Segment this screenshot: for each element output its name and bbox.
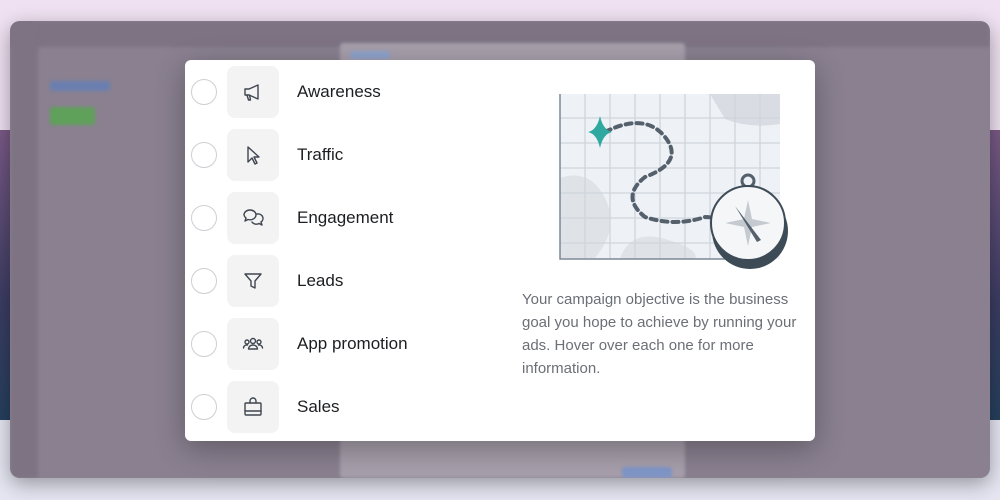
campaign-objective-dialog: Awareness Traffic Engagement Leads App p… bbox=[185, 60, 815, 441]
objective-label: Traffic bbox=[297, 145, 344, 164]
objective-label: Sales bbox=[297, 397, 340, 416]
objective-option-traffic[interactable]: Traffic bbox=[191, 129, 343, 181]
radio-button[interactable] bbox=[191, 79, 217, 105]
objective-option-awareness[interactable]: Awareness bbox=[191, 66, 381, 118]
funnel-icon bbox=[227, 255, 279, 307]
shopping-bag-icon bbox=[227, 381, 279, 433]
people-icon bbox=[227, 318, 279, 370]
radio-button[interactable] bbox=[191, 205, 217, 231]
radio-button[interactable] bbox=[191, 331, 217, 357]
chat-bubbles-icon bbox=[227, 192, 279, 244]
map-compass-illustration bbox=[559, 94, 788, 269]
objective-option-leads[interactable]: Leads bbox=[191, 255, 343, 307]
objective-label: Engagement bbox=[297, 208, 394, 227]
cursor-icon bbox=[227, 129, 279, 181]
objective-option-sales[interactable]: Sales bbox=[191, 381, 340, 433]
radio-button[interactable] bbox=[191, 394, 217, 420]
objective-label: App promotion bbox=[297, 334, 408, 353]
objective-description: Your campaign objective is the business … bbox=[522, 291, 797, 377]
objective-option-app-promotion[interactable]: App promotion bbox=[191, 318, 408, 370]
radio-button[interactable] bbox=[191, 268, 217, 294]
objective-option-engagement[interactable]: Engagement bbox=[191, 192, 393, 244]
radio-button[interactable] bbox=[191, 142, 217, 168]
objective-label: Leads bbox=[297, 271, 344, 290]
objective-label: Awareness bbox=[297, 82, 381, 101]
megaphone-icon bbox=[227, 66, 279, 118]
